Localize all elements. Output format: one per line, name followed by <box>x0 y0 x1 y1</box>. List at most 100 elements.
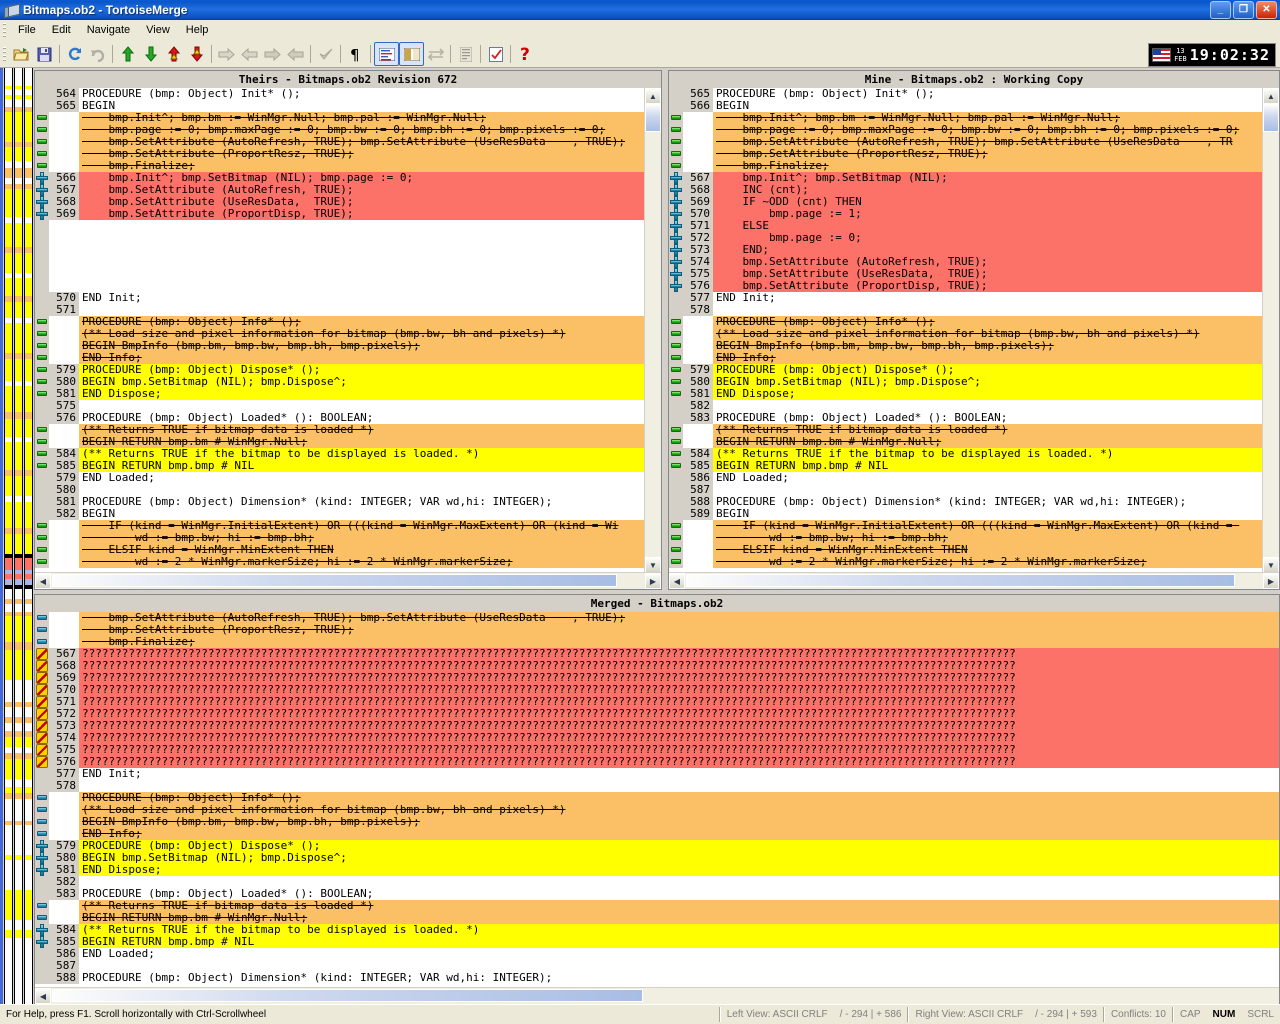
code-line[interactable] <box>35 280 644 292</box>
removed-marker-icon[interactable] <box>671 331 681 336</box>
code-line[interactable]: PROCEDURE (bmp: Object) Info* (); <box>35 792 1279 804</box>
line-marker-gutter[interactable] <box>669 412 683 424</box>
code-line[interactable]: 584 (** Returns TRUE if the bitmap to be … <box>35 448 644 460</box>
line-marker-gutter[interactable] <box>35 112 49 124</box>
menu-view[interactable]: View <box>138 22 178 38</box>
line-marker-gutter[interactable] <box>35 280 49 292</box>
line-marker-gutter[interactable] <box>35 780 49 792</box>
code-line[interactable]: 582 <box>669 400 1262 412</box>
code-line[interactable]: BEGIN RETURN bmp.bm # WinMgr.Null; <box>669 436 1262 448</box>
added-marker-icon[interactable] <box>670 244 682 256</box>
line-marker-gutter[interactable] <box>35 436 49 448</box>
prev-conflict-icon[interactable] <box>162 43 185 65</box>
code-line[interactable]: ELSIF kind = WinMgr.MinExtent THEN <box>35 544 644 556</box>
removed-marker-icon[interactable] <box>671 115 681 120</box>
code-line[interactable]: 570 END Init; <box>35 292 644 304</box>
conflict-marker-icon[interactable] <box>36 696 48 708</box>
merged-marker-icon[interactable] <box>37 915 47 920</box>
merged-marker-icon[interactable] <box>37 627 47 632</box>
save-icon[interactable] <box>33 43 56 65</box>
code-line[interactable]: 585 BEGIN RETURN bmp.bmp # NIL <box>35 460 644 472</box>
right-hscroll-thumb[interactable] <box>686 574 1235 587</box>
locator-column-merged[interactable] <box>24 68 33 1005</box>
code-line[interactable]: 565 BEGIN <box>35 100 644 112</box>
added-marker-icon[interactable] <box>670 280 682 292</box>
code-line[interactable]: bmp.SetAttribute (AutoRefresh, TRUE); bm… <box>35 136 644 148</box>
code-line[interactable]: 586 END Loaded; <box>669 472 1262 484</box>
code-line[interactable]: PROCEDURE (bmp: Object) Info* (); <box>35 316 644 328</box>
removed-marker-icon[interactable] <box>671 547 681 552</box>
conflict-marker-icon[interactable] <box>36 672 48 684</box>
line-marker-gutter[interactable] <box>669 244 683 256</box>
scroll-right-icon[interactable]: ▶ <box>645 573 661 589</box>
code-line[interactable]: bmp.Init^; bmp.bm := WinMgr.Null; bmp.pa… <box>669 112 1262 124</box>
code-line[interactable]: 568 bmp.SetAttribute (UseResData, TRUE); <box>35 196 644 208</box>
code-line[interactable]: BEGIN RETURN bmp.bm # WinMgr.Null; <box>35 436 644 448</box>
right-pane-hscrollbar[interactable]: ◀ ▶ <box>669 572 1279 589</box>
code-line[interactable]: 568?????????????????????????????????????… <box>35 660 1279 672</box>
line-marker-gutter[interactable] <box>669 448 683 460</box>
line-marker-gutter[interactable] <box>35 268 49 280</box>
line-marker-gutter[interactable] <box>669 160 683 172</box>
menu-edit[interactable]: Edit <box>44 22 79 38</box>
code-line[interactable]: 582 BEGIN <box>35 508 644 520</box>
scroll-left-icon[interactable]: ◀ <box>669 573 685 589</box>
removed-marker-icon[interactable] <box>671 139 681 144</box>
line-marker-gutter[interactable] <box>35 364 49 376</box>
line-marker-gutter[interactable] <box>669 112 683 124</box>
code-line[interactable]: ELSIF kind = WinMgr.MinExtent THEN <box>669 544 1262 556</box>
code-line[interactable]: 576 PROCEDURE (bmp: Object) Loaded* (): B… <box>35 412 644 424</box>
code-line[interactable]: 567?????????????????????????????????????… <box>35 648 1279 660</box>
code-line[interactable]: 588 PROCEDURE (bmp: Object) Dimension* (k… <box>669 496 1262 508</box>
removed-marker-icon[interactable] <box>37 355 47 360</box>
removed-marker-icon[interactable] <box>37 163 47 168</box>
code-line[interactable]: bmp.SetAttribute (AutoRefresh, TRUE); bm… <box>669 136 1262 148</box>
line-marker-gutter[interactable] <box>669 484 683 496</box>
line-marker-gutter[interactable] <box>35 532 49 544</box>
merged-marker-icon[interactable] <box>37 615 47 620</box>
line-marker-gutter[interactable] <box>35 244 49 256</box>
removed-marker-icon[interactable] <box>671 127 681 132</box>
added-marker-icon[interactable] <box>36 852 48 864</box>
line-marker-gutter[interactable] <box>35 352 49 364</box>
removed-marker-icon[interactable] <box>37 151 47 156</box>
conflict-marker-icon[interactable] <box>36 756 48 768</box>
code-line[interactable] <box>35 220 644 232</box>
line-marker-gutter[interactable] <box>35 732 49 744</box>
code-line[interactable]: 570?????????????????????????????????????… <box>35 684 1279 696</box>
removed-marker-icon[interactable] <box>671 379 681 384</box>
line-marker-gutter[interactable] <box>35 412 49 424</box>
locator-column-mine[interactable] <box>14 68 23 1005</box>
line-marker-gutter[interactable] <box>669 328 683 340</box>
removed-marker-icon[interactable] <box>671 151 681 156</box>
code-line[interactable]: wd := bmp.bw; hi := bmp.bh; <box>35 532 644 544</box>
removed-marker-icon[interactable] <box>37 127 47 132</box>
code-line[interactable]: bmp.SetAttribute (ProportResz, TRUE); <box>669 148 1262 160</box>
code-line[interactable]: 573?????????????????????????????????????… <box>35 720 1279 732</box>
code-line[interactable]: 581 PROCEDURE (bmp: Object) Dimension* (k… <box>35 496 644 508</box>
line-marker-gutter[interactable] <box>35 972 49 984</box>
line-marker-gutter[interactable] <box>35 196 49 208</box>
line-marker-gutter[interactable] <box>35 852 49 864</box>
code-line[interactable]: bmp.Finalize; <box>35 160 644 172</box>
added-marker-icon[interactable] <box>36 936 48 948</box>
line-marker-gutter[interactable] <box>35 448 49 460</box>
removed-marker-icon[interactable] <box>671 463 681 468</box>
code-line[interactable]: 583 PROCEDURE (bmp: Object) Loaded* (): B… <box>669 412 1262 424</box>
line-marker-gutter[interactable] <box>35 636 49 648</box>
removed-marker-icon[interactable] <box>671 559 681 564</box>
line-marker-gutter[interactable] <box>669 88 683 100</box>
code-line[interactable]: 576 bmp.SetAttribute (ProportDisp, TRUE)… <box>669 280 1262 292</box>
added-marker-icon[interactable] <box>36 208 48 220</box>
conflict-marker-icon[interactable] <box>36 684 48 696</box>
code-line[interactable]: 572 bmp.page := 0; <box>669 232 1262 244</box>
added-marker-icon[interactable] <box>670 172 682 184</box>
code-line[interactable]: (** Returns TRUE if bitmap data is loade… <box>669 424 1262 436</box>
added-marker-icon[interactable] <box>36 184 48 196</box>
code-line[interactable]: PROCEDURE (bmp: Object) Info* (); <box>669 316 1262 328</box>
code-line[interactable]: (** Returns TRUE if bitmap data is loade… <box>35 900 1279 912</box>
line-marker-gutter[interactable] <box>35 148 49 160</box>
code-line[interactable]: bmp.page := 0; bmp.maxPage := 0; bmp.bw … <box>669 124 1262 136</box>
scroll-down-icon[interactable]: ▼ <box>1263 557 1279 573</box>
removed-marker-icon[interactable] <box>37 451 47 456</box>
